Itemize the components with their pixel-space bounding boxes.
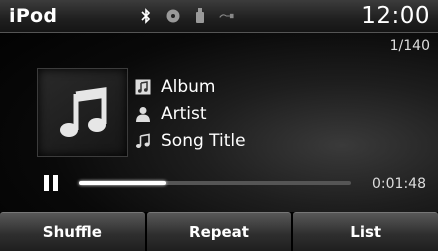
song-title-label: Song Title <box>161 131 246 151</box>
status-bar: iPod 12:00 <box>0 0 438 33</box>
artist-icon <box>135 106 151 122</box>
elapsed-time: 0:01:48 <box>372 176 426 192</box>
progress-fill <box>79 181 167 185</box>
pause-icon[interactable] <box>44 175 62 191</box>
bluetooth-icon <box>138 8 154 24</box>
song-icon <box>135 133 151 149</box>
disc-icon <box>165 8 181 24</box>
repeat-button[interactable]: Repeat <box>146 212 292 251</box>
usb-device-icon <box>192 8 208 24</box>
album-art-placeholder <box>37 68 128 157</box>
list-button[interactable]: List <box>293 212 438 251</box>
song-row: Song Title <box>135 131 246 151</box>
aux-cable-icon <box>219 8 235 24</box>
progress-bar[interactable] <box>79 181 351 185</box>
album-label: Album <box>161 77 216 97</box>
artist-label: Artist <box>161 104 207 124</box>
album-row: Album <box>135 77 215 97</box>
status-icons <box>138 8 235 24</box>
clock: 12:00 <box>361 3 430 29</box>
music-note-icon <box>59 86 106 137</box>
control-bar: Shuffle Repeat List <box>0 212 438 251</box>
artist-row: Artist <box>135 104 207 124</box>
album-icon <box>135 79 151 95</box>
app-title: iPod <box>9 5 58 27</box>
shuffle-button[interactable]: Shuffle <box>0 212 145 251</box>
track-counter: 1/140 <box>389 38 430 54</box>
ipod-screen: iPod 12:00 1/140 Album Artist Song Title… <box>0 0 438 251</box>
